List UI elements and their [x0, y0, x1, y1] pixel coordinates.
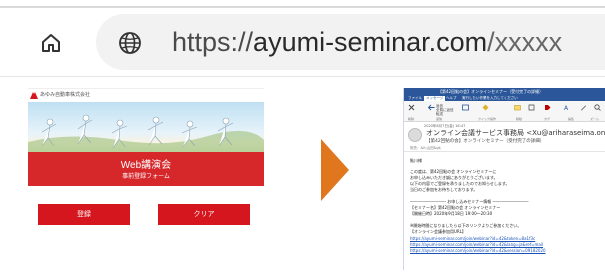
home-icon[interactable] [40, 32, 62, 54]
ribbon-group-move: 移動 [516, 117, 523, 121]
url-text[interactable]: https://ayumi-seminar.com/xxxxx [172, 27, 562, 58]
email-sender: オンライン会議サービス事務局 <Xu@ariharaseima.onmicro [426, 129, 605, 137]
tag-icon[interactable] [544, 104, 551, 111]
ribbon: 返信 全員に返信 転送 A 削除 返信 クイック操作 移動 タグ 編集 ズーム [404, 101, 605, 122]
meeting-icon[interactable] [462, 104, 469, 111]
clear-button[interactable]: クリア [158, 204, 250, 225]
zoom-icon[interactable] [594, 104, 601, 111]
register-button[interactable]: 登録 [38, 204, 130, 225]
company-name: あゆみ自動車株式会社 [40, 92, 91, 98]
company-logo-icon [30, 92, 38, 99]
body-line: 鮎川様 [410, 158, 422, 163]
quick-steps-icon[interactable] [482, 104, 489, 111]
svg-text:A: A [564, 105, 569, 111]
sender-avatar [408, 128, 422, 142]
registration-header: あゆみ自動車株式会社 [28, 89, 264, 101]
move-icon[interactable] [514, 104, 521, 111]
registration-page: あゆみ自動車株式会社 Web講演会 事前登録フォーム 登録 クリア [28, 88, 264, 266]
page-subtitle: 事前登録フォーム [122, 173, 170, 180]
url-path: /xxxxx [487, 27, 563, 57]
header-divider [404, 151, 605, 152]
ribbon-group-zoom: ズーム [590, 117, 599, 121]
body-line: 当日のご参加をお待ちしております。 [410, 187, 478, 192]
ribbon-group-quick-steps: クイック操作 [478, 117, 497, 121]
reply-icon[interactable] [428, 104, 435, 111]
body-line: 【オンライン会議参加用URL】 [410, 229, 466, 234]
ribbon-group-edit: 編集 [568, 117, 575, 121]
meeting-link[interactable]: https://ayumi-seminar.com/join/webinar?i… [410, 248, 546, 253]
meeting-link[interactable]: https://ayumi-seminar.com/join/webinar?i… [410, 242, 543, 247]
translate-icon[interactable]: A [564, 104, 571, 111]
tab-strip-divider [0, 6, 605, 8]
delete-icon[interactable] [408, 104, 415, 111]
globe-icon[interactable] [118, 31, 142, 55]
edit-icon[interactable] [580, 104, 587, 111]
url-scheme: https:// [172, 27, 254, 57]
ribbon-group-tags: タグ [544, 117, 551, 121]
ribbon-group-delete: 削除 [408, 117, 415, 121]
meeting-link[interactable]: https://ayumi-seminar.com/join/webinar?i… [410, 236, 535, 241]
browser-toolbar: https://ayumi-seminar.com/xxxxx [0, 0, 605, 78]
body-line: 【開催日時】2020年9月18日 19:00〜20:30 [410, 211, 493, 216]
toolbar-divider [0, 76, 605, 77]
ribbon-group-respond: 返信 [436, 117, 443, 121]
email-subject: 【第42回鮎の会】オンラインセミナー（受付完了の詳細） [426, 139, 545, 144]
page-title: Web講演会 [120, 160, 172, 171]
rules-icon[interactable] [528, 104, 535, 111]
email-titlebar: 【第42回鮎の会】オンラインセミナー（受付完了の詳細） [404, 88, 605, 95]
url-domain: ayumi-seminar.com [253, 27, 488, 57]
next-step-arrow-icon [321, 139, 349, 201]
email-window: 【第42回鮎の会】オンラインセミナー（受付完了の詳細） ファイル メッセージ ヘ… [403, 88, 605, 270]
